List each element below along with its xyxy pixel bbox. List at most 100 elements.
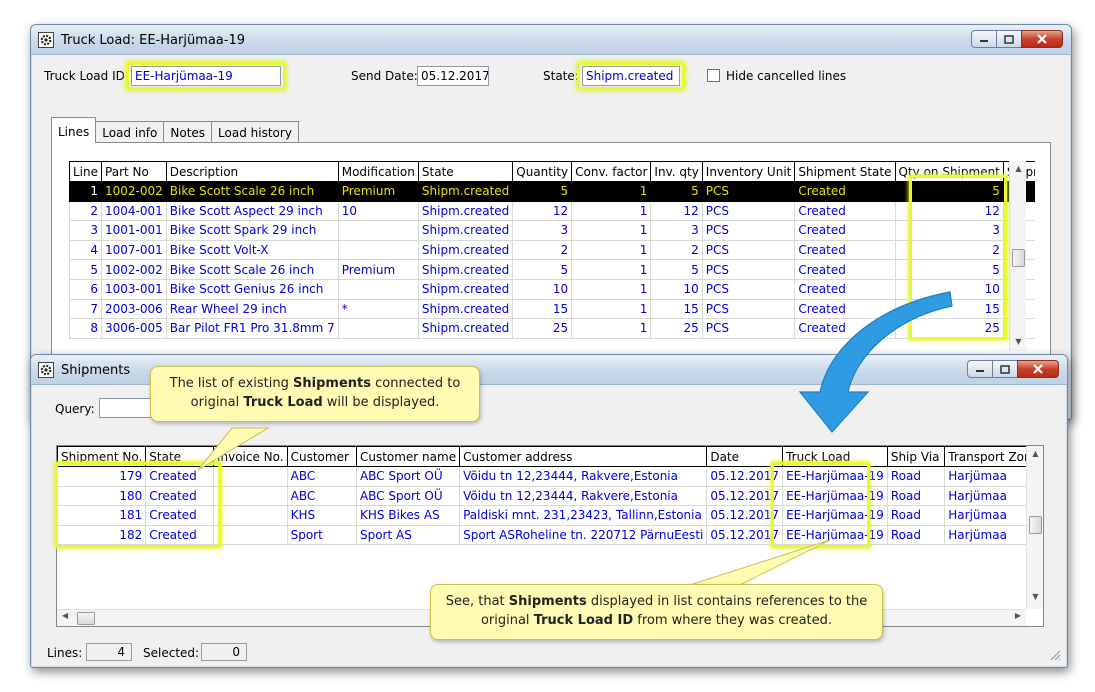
lines-cell: PCS [701,181,796,202]
shipments-cell: ABC Sport OÜ [355,466,461,487]
state-label: State: [543,69,579,83]
shipments-cell: Road [886,485,946,507]
lines-cell: 15 [650,298,703,320]
shipments-cell: 181 [57,505,147,526]
send-date-label: Send Date: [351,69,418,83]
lines-cell: Premium [337,181,419,202]
lines-cell: 1 [571,318,652,339]
scroll-down-icon: ▼ [1015,337,1022,346]
shipments-column-header[interactable]: Ship Via [886,446,946,467]
shipments-empty-cell [707,545,783,565]
callout-truck-load-reference: See, that Shipments displayed in list co… [430,584,883,640]
resize-grip-icon[interactable] [1049,649,1061,661]
lines-table-row[interactable]: 6 1003-001 Bike Scott Genius 26 inch Shipm.… [69,278,1035,300]
shipments-empty-cell [460,564,707,584]
shipments-table-row[interactable]: 179 Created ABC ABC Sport OÜ Võidu tn 12,234… [57,466,1043,487]
shipments-table-row[interactable]: 180 Created ABC ABC Sport OÜ Võidu tn 12,234… [57,485,1043,507]
lines-cell: Created [794,259,896,280]
lines-cell: 10 [337,200,419,222]
tab-load-info[interactable]: Load info [95,121,165,143]
minimize-button[interactable] [971,30,997,48]
lines-column-header[interactable]: Modification [337,161,419,182]
shipments-cell: EE-Harjümaa-19 [782,505,888,526]
shipments-empty-cell [783,564,888,584]
lines-cell: PCS [701,239,796,261]
shipments-cell: Road [886,524,946,546]
shipments-column-header[interactable]: Customer name [355,446,461,467]
minimize-button[interactable] [967,360,993,378]
query-label: Query: [55,402,95,416]
lines-cell: Bike Scott Scale 26 inch [165,259,339,280]
scroll-up-icon: ▲ [1015,164,1022,173]
close-button[interactable] [1017,360,1059,378]
lines-column-header[interactable]: Qty on Shipment [894,161,1004,182]
truck-load-id-field[interactable]: EE-Harjümaa-19 [131,66,281,86]
lines-column-header[interactable]: Description [165,161,339,182]
lines-column-header[interactable]: Quantity [512,161,573,182]
shipments-column-header[interactable]: Customer address [459,446,708,467]
shipments-column-header[interactable]: Shipment No. [57,446,147,467]
lines-cell: 1002-002 [101,259,167,280]
shipments-vertical-scrollbar[interactable]: ▲ ▼ [1026,446,1043,609]
window-controls [971,30,1063,48]
shipments-scroll-thumb[interactable] [1029,516,1042,534]
lines-cell: 1 [571,298,652,320]
shipments-empty-cell [356,545,459,565]
lines-cell: Shipm.created [417,298,514,320]
lines-scroll-thumb[interactable] [1012,249,1025,267]
lines-vertical-scrollbar[interactable]: ▲ ▼ [1009,161,1026,351]
lines-cell: Shipm.created [417,181,514,202]
lines-table-row[interactable]: 7 2003-006 Rear Wheel 29 inch * Shipm.create… [69,298,1035,320]
shipments-column-header[interactable]: Date [706,446,784,467]
shipments-hscroll-thumb[interactable] [77,612,95,625]
lines-cell: 25 [894,318,1004,339]
shipments-column-header[interactable]: State [145,446,214,467]
shipments-empty-cell [356,564,459,584]
lines-column-header[interactable]: Conv. factor [571,161,652,182]
lines-cell: Created [794,220,896,241]
lines-column-header[interactable]: Inv. qty [650,161,703,182]
shipments-cell: Created [145,505,214,526]
lines-table-row[interactable]: 1 1002-002 Bike Scott Scale 26 inch Premium… [69,181,1035,202]
tab-load-history[interactable]: Load history [211,121,299,143]
maximize-button[interactable] [996,30,1022,48]
lines-table-row[interactable]: 2 1004-001 Bike Scott Aspect 29 inch 10 Ship… [69,200,1035,222]
lines-cell: * [337,298,419,320]
shipments-cell: Road [886,466,946,487]
shipments-empty-cell [146,545,214,565]
lines-cell: 15 [512,298,573,320]
lines-column-header[interactable]: State [417,161,514,182]
hide-cancelled-checkbox[interactable] [707,69,720,82]
lines-cell [337,239,419,261]
lines-table-row[interactable]: 8 3006-005 Bar Pilot FR1 Pro 31.8mm 7 Shipm… [69,318,1035,339]
shipments-table-row[interactable]: 181 Created KHS KHS Bikes AS Paldiski mnt. 2… [57,505,1043,526]
truck-load-titlebar[interactable]: Truck Load: EE-Harjümaa-19 [31,25,1071,55]
shipments-empty-cell [58,584,146,604]
tab-lines[interactable]: Lines [51,117,97,143]
lines-cell: Created [794,181,896,202]
lines-column-header[interactable]: Inventory Unit [701,161,796,182]
lines-column-header[interactable]: Part No [101,161,167,182]
lines-column-header[interactable]: Shipment State [794,161,896,182]
shipments-empty-cell [707,564,783,584]
lines-cell: 12 [650,200,703,222]
state-field[interactable]: Shipm.created [582,66,680,86]
maximize-button[interactable] [992,360,1018,378]
shipments-column-header[interactable]: Customer [286,446,357,467]
scroll-down-icon: ▼ [1032,592,1039,601]
tab-notes[interactable]: Notes [163,121,213,143]
lines-cell: 2003-006 [101,298,167,320]
lines-table-row[interactable]: 4 1007-001 Bike Scott Volt-X Shipm.created 2… [69,239,1035,261]
lines-cell: 1007-001 [101,239,167,261]
lines-cell: 1003-001 [101,278,167,300]
lines-column-header[interactable]: Line [69,161,103,182]
send-date-field[interactable]: 05.12.2017 [417,66,489,86]
lines-cell: 1 [69,181,103,202]
shipments-cell: 05.12.2017 [706,485,784,507]
lines-table-row[interactable]: 3 1001-001 Bike Scott Spark 29 inch Shipm.c… [69,220,1035,241]
shipments-table-row[interactable]: 182 Created Sport Sport AS Sport ASRoheline … [57,524,1043,546]
shipments-column-header[interactable]: Truck Load [782,446,888,467]
shipments-column-header[interactable]: Invoice No. [212,446,288,467]
lines-table-row[interactable]: 5 1002-002 Bike Scott Scale 26 inch Premium… [69,259,1035,280]
close-button[interactable] [1021,30,1063,48]
